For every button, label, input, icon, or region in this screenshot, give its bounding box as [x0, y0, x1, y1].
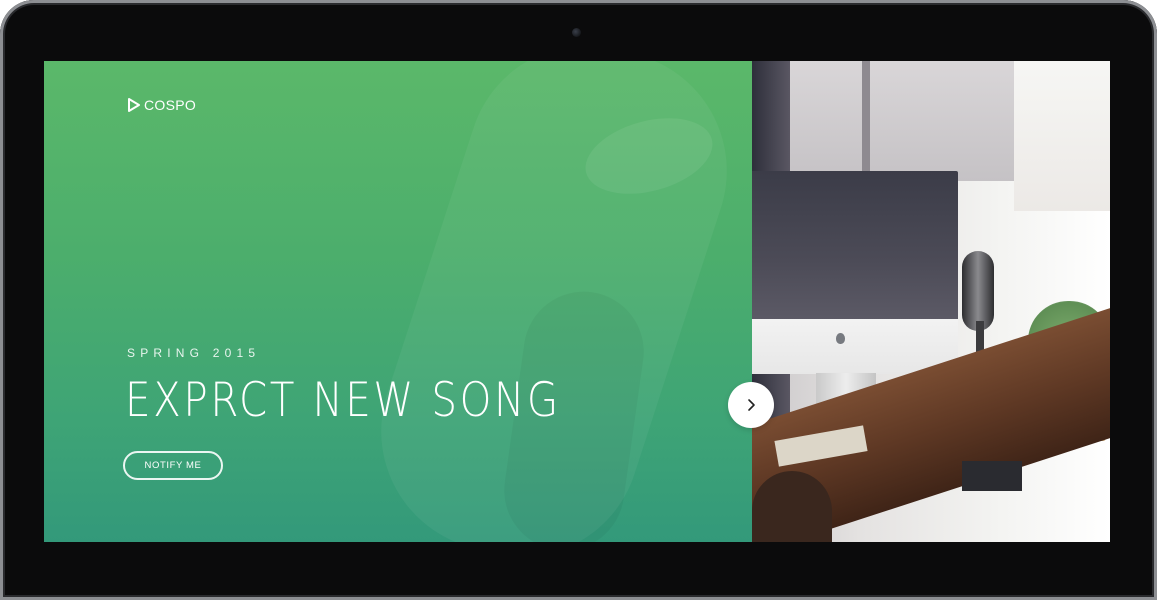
hero-section: COSPO SPRING 2015 EXPRCT NEW SONG NOTIFY… [44, 61, 752, 542]
play-triangle-icon [128, 98, 140, 112]
notify-me-button[interactable]: NOTIFY ME [123, 451, 223, 480]
chevron-right-icon [748, 399, 755, 411]
camera-icon [572, 28, 581, 37]
hero-kicker: SPRING 2015 [127, 346, 261, 360]
photo-window [1014, 61, 1110, 211]
photo-lamp [962, 251, 994, 331]
screen: COSPO SPRING 2015 EXPRCT NEW SONG NOTIFY… [44, 61, 1110, 542]
hero-headline: EXPRCT NEW SONG [125, 373, 561, 428]
apple-logo-icon [836, 333, 845, 344]
photo-monitor-chin [752, 319, 958, 374]
brand-name: COSPO [144, 97, 197, 113]
photo-lamp-base [962, 461, 1022, 491]
next-slide-button[interactable] [728, 382, 774, 428]
photo-window [790, 61, 1020, 181]
photo-figure [752, 471, 832, 542]
photo-monitor [752, 171, 958, 321]
hero-photo [752, 61, 1110, 542]
brand-logo[interactable]: COSPO [127, 97, 196, 113]
